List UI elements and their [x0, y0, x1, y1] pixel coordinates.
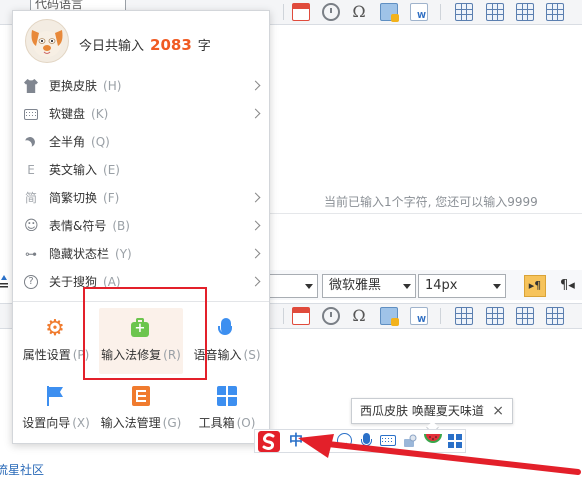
menu-item-shortcut: (H) [103, 79, 122, 93]
table-icon[interactable] [455, 307, 473, 325]
menu-item-simplified-traditional[interactable]: 简 简繁切换 (F) [13, 184, 269, 212]
tile-label: 输入法管理 [100, 416, 161, 430]
toolbar-separator [283, 4, 284, 20]
community-link[interactable]: 流星社区 [0, 461, 44, 478]
help-icon: ? [24, 275, 38, 289]
flag-icon [47, 386, 63, 406]
tooltip-text: 西瓜皮肤 唤醒夏天味道 [360, 404, 484, 418]
gear-icon: ⚙ [45, 316, 65, 341]
rtl-direction-button[interactable]: ▸¶ [524, 275, 546, 297]
table-icon[interactable] [546, 3, 564, 21]
menu-item-label: 英文输入 [49, 163, 98, 177]
tile-setup-wizard[interactable]: 设置向导 (X) [14, 376, 98, 442]
menu-item-soft-keyboard[interactable]: 软键盘 (K) [13, 100, 269, 128]
menu-item-shortcut: (K) [91, 107, 109, 121]
tile-label: 设置向导 [22, 416, 71, 430]
chevron-right-icon [250, 108, 261, 119]
menu-item-english-input[interactable]: E 英文输入 (E) [13, 156, 269, 184]
table-icon[interactable] [516, 307, 534, 325]
daily-input-count: 今日共输入 2083 字 [79, 35, 211, 54]
menu-item-shortcut: (F) [103, 191, 120, 205]
tile-shortcut: (X) [72, 416, 90, 430]
chevron-right-icon [250, 248, 261, 259]
char-count-text: 当前已输入1个字符, 您还可以输入9999 [324, 195, 538, 209]
avatar[interactable] [25, 19, 69, 63]
header-suffix: 字 [197, 39, 211, 54]
menu-item-label: 全半角 [49, 135, 86, 149]
menu-item-hide-statusbar[interactable]: ⊶ 隐藏状态栏 (Y) [13, 240, 269, 268]
table-icon[interactable] [486, 307, 504, 325]
table-icon[interactable] [516, 3, 534, 21]
clock-icon[interactable] [322, 3, 340, 21]
smiley-icon: ☺ [24, 218, 39, 234]
highlight-box [83, 287, 207, 380]
keyboard-icon [24, 109, 38, 120]
annotation-arrow [298, 434, 581, 475]
microphone-icon [218, 318, 232, 335]
tshirt-icon [24, 79, 38, 93]
skin-tooltip: 西瓜皮肤 唤醒夏天味道 × [351, 398, 513, 434]
divider [268, 213, 582, 214]
english-icon: E [27, 163, 35, 177]
word-document-icon[interactable] [410, 3, 428, 21]
paragraph-icon[interactable]: ¶◂ [560, 278, 575, 293]
toolbox-icon [217, 386, 237, 406]
manage-icon [132, 386, 150, 406]
editor-format-toolbar: 微软雅黑 14px ▸¶ ¶◂ [268, 270, 582, 300]
header-prefix: 今日共输入 [79, 39, 145, 54]
chevron-right-icon [250, 80, 261, 91]
input-count-number: 2083 [150, 36, 192, 54]
align-icon[interactable] [0, 274, 8, 288]
menu-item-label: 隐藏状态栏 [49, 247, 110, 261]
menu-item-label: 表情&符号 [49, 219, 107, 233]
menu-item-label: 简繁切换 [49, 191, 98, 205]
simplified-traditional-icon: 简 [24, 191, 37, 205]
sogou-logo-icon[interactable] [258, 431, 280, 452]
tile-shortcut: (O) [236, 416, 256, 430]
menu-item-shortcut: (Y) [115, 247, 132, 261]
chevron-right-icon [250, 192, 261, 203]
calendar-icon[interactable] [292, 3, 310, 21]
clock-icon[interactable] [322, 307, 340, 325]
menu-list: 更换皮肤 (H) 软键盘 (K) 全半角 (Q) E 英文输入 (E) 简 简繁切换 (F… [13, 72, 269, 296]
hide-statusbar-icon: ⊶ [25, 247, 37, 261]
insert-image-icon[interactable] [380, 307, 399, 326]
menu-header: 今日共输入 2083 字 [13, 11, 269, 73]
chevron-right-icon [250, 276, 261, 287]
font-family-select[interactable]: 微软雅黑 [322, 274, 416, 298]
tile-ime-management[interactable]: 输入法管理 (G) [99, 376, 183, 442]
word-document-icon[interactable] [410, 307, 428, 325]
menu-item-shortcut: (E) [103, 163, 120, 177]
tile-shortcut: (G) [162, 416, 182, 430]
table-icon[interactable] [546, 307, 564, 325]
menu-item-label: 更换皮肤 [49, 79, 98, 93]
font-size-select[interactable]: 14px [418, 274, 506, 298]
toolbar-separator [440, 308, 441, 324]
moon-icon [24, 136, 37, 149]
menu-item-shortcut: (B) [112, 219, 130, 233]
mascot-dog-icon [31, 30, 63, 57]
menu-item-change-skin[interactable]: 更换皮肤 (H) [13, 72, 269, 100]
chevron-right-icon [250, 220, 261, 231]
omega-symbol-icon[interactable]: Ω [350, 307, 368, 325]
table-icon[interactable] [455, 3, 473, 21]
tile-label: 属性设置 [22, 348, 71, 362]
calendar-icon[interactable] [292, 307, 310, 325]
menu-item-emoji-symbols[interactable]: ☺ 表情&符号 (B) [13, 212, 269, 240]
close-icon[interactable]: × [492, 399, 504, 423]
table-icon[interactable] [486, 3, 504, 21]
tile-shortcut: (S) [243, 348, 261, 362]
paragraph-format-select[interactable] [268, 274, 318, 298]
toolbar-separator [440, 4, 441, 20]
tile-label: 工具箱 [198, 416, 235, 430]
toolbar-separator [283, 308, 284, 324]
omega-symbol-icon[interactable]: Ω [350, 3, 368, 21]
menu-item-full-half-width[interactable]: 全半角 (Q) [13, 128, 269, 156]
menu-item-shortcut: (Q) [91, 135, 110, 149]
menu-item-label: 软键盘 [49, 107, 86, 121]
insert-image-icon[interactable] [380, 3, 399, 22]
